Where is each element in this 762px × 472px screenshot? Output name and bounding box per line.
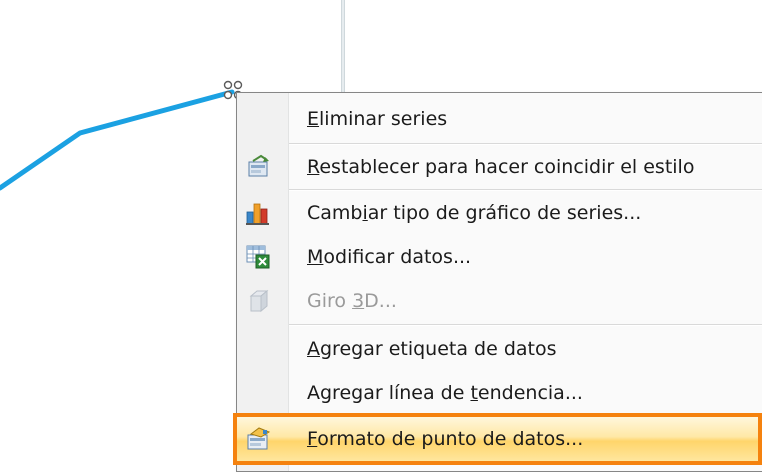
menu-item-delete-series[interactable]: Eliminar series [237,97,762,141]
menu-item-label: Agregar etiqueta de datos [307,338,557,360]
menu-item-label: Modificar datos... [307,246,472,268]
menu-item-label: Eliminar series [307,108,448,130]
menu-separator [289,324,762,326]
format-data-point-icon [245,426,271,452]
menu-item-label: Restablecer para hacer coincidir el esti… [307,156,695,178]
menu-item-label: Formato de punto de datos... [307,428,584,450]
excel-data-icon [245,244,271,270]
reset-style-icon [245,154,271,180]
menu-item-add-trendline[interactable]: Agregar línea de tendencia... [237,371,762,415]
menu-item-label: Cambiar tipo de gráfico de series... [307,202,642,224]
menu-item-reset-to-match-style[interactable]: Restablecer para hacer coincidir el esti… [237,145,762,189]
menu-item-3d-rotation: Giro 3D... [237,279,762,323]
menu-item-add-data-label[interactable]: Agregar etiqueta de datos [237,327,762,371]
context-menu: Eliminar series Restablecer para hacer c… [233,92,762,472]
menu-item-label: Giro 3D... [307,290,397,312]
data-series-line[interactable] [0,89,235,191]
3d-rotation-icon [245,288,271,314]
menu-item-edit-data[interactable]: Modificar datos... [237,235,762,279]
bar-chart-icon [245,200,271,226]
menu-item-change-series-chart-type[interactable]: Cambiar tipo de gráfico de series... [237,191,762,235]
menu-item-format-data-point[interactable]: Formato de punto de datos... [233,413,762,465]
menu-item-label: Agregar línea de tendencia... [307,382,583,404]
